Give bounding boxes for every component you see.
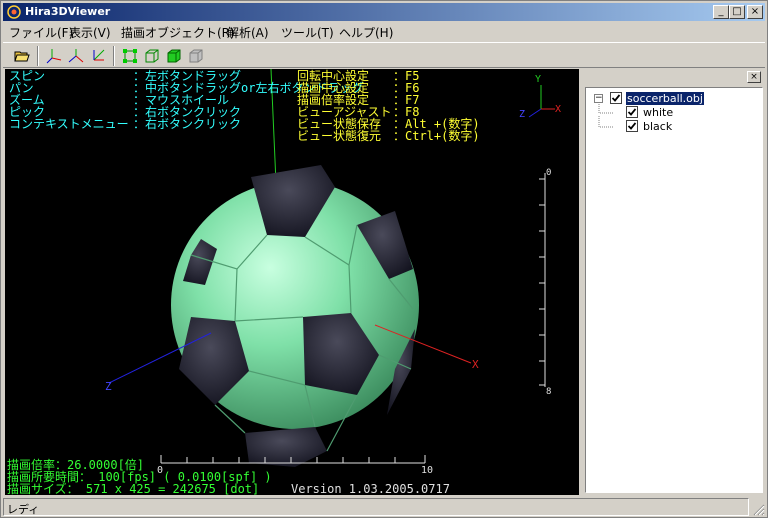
view-xy-button[interactable] [65, 45, 87, 67]
toolbar [3, 42, 765, 68]
toolbar-separator [37, 46, 39, 66]
axes-zx-icon [93, 49, 105, 61]
black-checkbox[interactable] [626, 120, 638, 132]
info-render-size: 描画サイズ： 571 x 425 = 242675 [dot] [7, 482, 260, 495]
vertical-scale-ticks [539, 178, 545, 386]
axes-xyz-icon [46, 49, 62, 64]
tree-connector [598, 116, 613, 128]
app-icon [7, 5, 21, 19]
tree-label-white[interactable]: white [642, 106, 674, 119]
menu-tools[interactable]: ツール(T) [281, 24, 334, 41]
tree-connector [598, 102, 613, 114]
mini-z-axis [528, 108, 542, 118]
shortcut-key-view-restore: ビュー状態復元 [297, 129, 382, 143]
view-zx-button[interactable] [87, 45, 109, 67]
close-button[interactable]: × [747, 5, 763, 19]
help-value-context-menu: ：右ボタンクリック [133, 117, 242, 131]
object-tree-panel: × − soccerball.obj white black [583, 69, 765, 495]
menu-help[interactable]: ヘルプ(H) [339, 24, 393, 41]
menu-analysis[interactable]: 解析(A) [227, 24, 269, 41]
vertical-scale-bottom-label: 8 [546, 387, 552, 397]
fit-view-icon [123, 49, 137, 63]
open-folder-icon [14, 51, 30, 62]
menu-view[interactable]: 表示(V) [69, 24, 111, 41]
title-bar[interactable]: Hira3DViewer _ □ × [3, 3, 765, 21]
ball-patch [245, 427, 327, 467]
fit-view-button[interactable] [119, 45, 141, 67]
open-button[interactable] [11, 45, 33, 67]
mini-x-label: X [555, 104, 562, 115]
menu-bar: ファイル(F) 表示(V) 描画オブジェクト(R) 解析(A) ツール(T) ヘ… [3, 22, 765, 41]
wireframe-icon [145, 49, 159, 63]
status-pane: レディ [3, 498, 749, 516]
mini-y-label: Y [535, 74, 542, 85]
3d-viewport[interactable]: スピン ：左ボタンドラッグ パン ：中ボタンドラッグor左右ボタンドラッグ ズー… [5, 69, 579, 495]
wireframe-button[interactable] [141, 45, 163, 67]
panel-header: × [583, 69, 765, 85]
vertical-scale-top-label: 0 [546, 168, 552, 178]
mini-z-label: Z [519, 109, 526, 120]
hidden-icon [189, 49, 203, 63]
status-text: レディ [7, 503, 40, 516]
tree-item-black[interactable]: black [590, 116, 760, 134]
version-text: Version 1.03.2005.0717 [291, 482, 450, 495]
shortcut-value-view-restore: ：Ctrl+(数字) [393, 129, 480, 143]
menu-file[interactable]: ファイル(F) [9, 24, 73, 41]
tree-label-root[interactable]: soccerball.obj [626, 92, 704, 105]
horizontal-scale-right-label: 10 [421, 465, 434, 476]
solid-cube-icon [167, 49, 181, 63]
tree-label-black[interactable]: black [642, 120, 673, 133]
x-axis-label: X [472, 358, 479, 371]
solid-button[interactable] [163, 45, 185, 67]
toolbar-separator [113, 46, 115, 66]
status-bar: レディ [3, 498, 765, 516]
maximize-button[interactable]: □ [729, 5, 745, 19]
minimize-button[interactable]: _ [713, 5, 729, 19]
white-checkbox[interactable] [626, 106, 638, 118]
scene-canvas [108, 69, 555, 467]
object-tree[interactable]: − soccerball.obj white black [585, 87, 763, 493]
help-key-context-menu: コンテキストメニュー [9, 117, 129, 131]
view-xyz-button[interactable] [43, 45, 65, 67]
panel-close-button[interactable]: × [747, 71, 761, 83]
hidden-line-button[interactable] [185, 45, 207, 67]
axes-xy-icon [68, 49, 84, 63]
z-axis-label: Z [105, 380, 112, 393]
main-window: Hira3DViewer _ □ × ファイル(F) 表示(V) 描画オブジェク… [0, 0, 768, 518]
menu-draw-object[interactable]: 描画オブジェクト(R) [121, 24, 235, 41]
window-title: Hira3DViewer [25, 5, 111, 18]
check-icon [627, 122, 637, 130]
check-icon [627, 108, 637, 116]
resize-grip-icon[interactable] [751, 502, 765, 516]
